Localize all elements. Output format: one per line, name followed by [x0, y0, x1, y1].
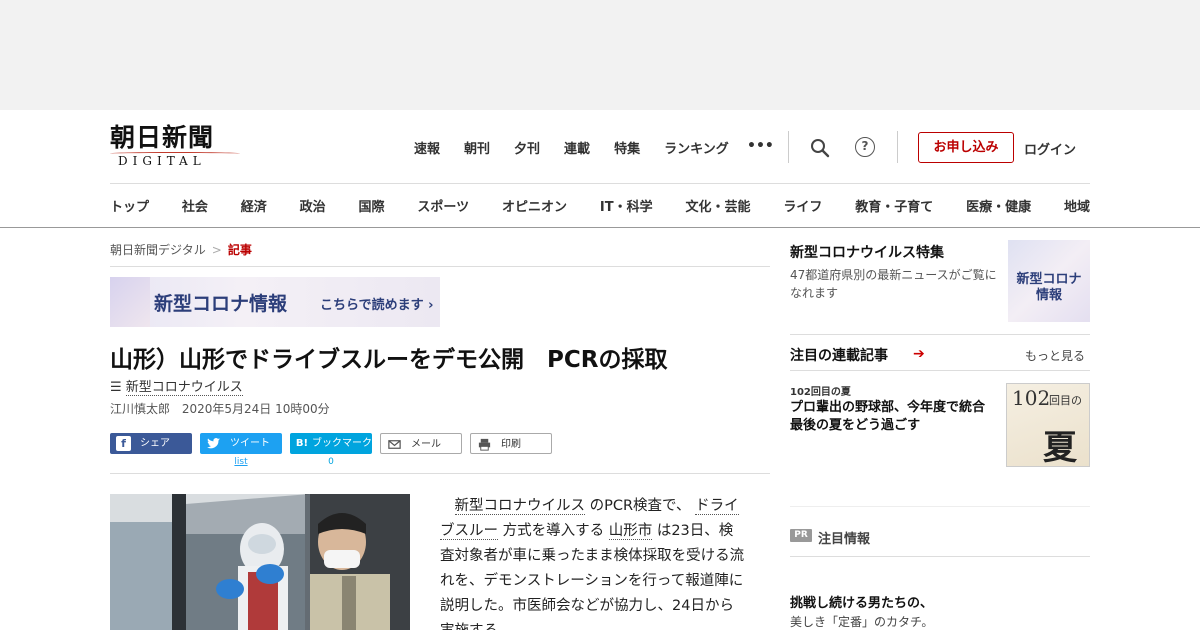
breadcrumb-separator: > [211, 243, 222, 257]
byline: 江川慎太郎 2020年5月24日 10時00分 [110, 400, 330, 417]
banner-title: 新型コロナ情報 [154, 293, 288, 315]
cat-life[interactable]: ライフ [783, 196, 822, 215]
mail-share-button[interactable]: メール [380, 433, 462, 454]
cat-culture[interactable]: 文化・芸能 [685, 196, 750, 215]
asahi-digital-logo[interactable]: 朝日新聞 DIGITAL [110, 124, 240, 170]
thumb-text-2: 情報 [1035, 288, 1062, 303]
help-icon[interactable]: ? [855, 137, 875, 157]
thumb-number: 102 [1012, 386, 1051, 410]
top-nav-sokuho[interactable]: 速報 [414, 138, 440, 157]
body-text-1: のPCR検査で、 [589, 498, 691, 514]
header-divider [110, 183, 1090, 184]
body-text-2: 方式を導入する [502, 523, 605, 539]
sidebar-feature-desc[interactable]: 47都道府県別の最新ニュースがご覧になれます [790, 266, 1002, 302]
cat-it-science[interactable]: IT・科学 [600, 196, 653, 215]
logo-kanji: 朝日新聞 [110, 123, 215, 152]
thumb-summer-char: 夏 [1043, 428, 1077, 468]
keyword-link-corona[interactable]: 新型コロナウイルス [454, 498, 585, 515]
pr-section-label: 注目情報 [818, 532, 871, 547]
subscribe-button[interactable]: お申し込み [918, 132, 1014, 163]
top-nav-tokushu[interactable]: 特集 [614, 138, 640, 157]
bookmark-count[interactable]: 0 [290, 457, 372, 467]
divider [788, 131, 789, 163]
keyword-link-yamagata[interactable]: 山形市 [608, 523, 653, 540]
divider [897, 131, 898, 163]
tweet-count-link[interactable]: list [200, 457, 282, 467]
envelope-icon [388, 440, 401, 449]
breadcrumb-current: 記事 [227, 243, 252, 257]
divider [790, 334, 1090, 335]
top-nav-ranking[interactable]: ランキング [664, 138, 729, 157]
drive-through-pcr-photo [110, 494, 410, 630]
sidebar-feature-title[interactable]: 新型コロナウイルス特集 [790, 242, 944, 262]
sidebar-series-title: 注目の連載記事 [790, 348, 888, 364]
article-photo[interactable] [110, 494, 410, 630]
cat-economy[interactable]: 経済 [241, 196, 267, 215]
banner-decoration [110, 277, 150, 327]
mail-label: メール [411, 439, 441, 450]
arrow-right-icon[interactable]: ➔ [913, 346, 925, 362]
cat-politics[interactable]: 政治 [300, 196, 326, 215]
ad-banner-area [0, 0, 1200, 110]
author: 江川慎太郎 [110, 402, 171, 416]
pr-badge: PR [790, 529, 812, 542]
article-body: 新型コロナウイルス のPCR検査で、 ドライブスルー 方式を導入する 山形市 は… [440, 494, 745, 630]
corona-info-banner[interactable]: 新型コロナ情報 こちらで読めます › [110, 277, 440, 327]
series-thumbnail[interactable]: 102 回目の 夏 [1006, 383, 1090, 468]
pr-subheadline[interactable]: 美しき「定番」のカタチ。 [790, 613, 933, 630]
divider [790, 506, 1090, 507]
list-icon: ☰ [110, 380, 122, 395]
banner-cta: こちらで読めます › [320, 298, 434, 313]
more-dots-icon[interactable]: ••• [747, 138, 774, 154]
breadcrumb-home[interactable]: 朝日新聞デジタル [110, 243, 206, 257]
cat-opinion[interactable]: オピニオン [502, 196, 567, 215]
print-button[interactable]: 印刷 [470, 433, 552, 454]
tag-label: 新型コロナウイルス [125, 380, 243, 396]
twitter-bird-icon [206, 438, 221, 449]
top-nav-rensai[interactable]: 連載 [564, 138, 590, 157]
cat-sports[interactable]: スポーツ [417, 196, 469, 215]
logo-swoosh [110, 152, 240, 155]
print-label: 印刷 [501, 439, 521, 450]
cat-international[interactable]: 国際 [359, 196, 385, 215]
sidebar-feature-thumbnail[interactable]: 新型コロナ 情報 [1008, 240, 1090, 322]
see-more-link[interactable]: もっと見る [1025, 347, 1085, 364]
divider [110, 266, 770, 267]
divider [790, 370, 1090, 371]
series-kicker: 102回目の夏 [790, 387, 851, 398]
publish-date: 2020年5月24日 10時00分 [181, 402, 330, 416]
cat-region[interactable]: 地域 [1064, 196, 1090, 215]
breadcrumb: 朝日新聞デジタル > 記事 [110, 241, 252, 258]
twitter-tweet-label: ツイート [230, 438, 270, 449]
cat-top[interactable]: トップ [110, 196, 149, 215]
hatena-bookmark-button[interactable]: B! ブックマーク [290, 433, 372, 454]
facebook-icon: f [116, 436, 131, 451]
twitter-tweet-button[interactable]: ツイート [200, 433, 282, 454]
login-link[interactable]: ログイン [1024, 139, 1076, 158]
facebook-share-button[interactable]: f シェア [110, 433, 192, 454]
hatena-bookmark-icon: B! [295, 438, 309, 449]
top-nav: 速報 朝刊 夕刊 連載 特集 ランキング [414, 138, 753, 157]
facebook-share-label: シェア [140, 438, 170, 449]
search-icon[interactable] [810, 138, 830, 158]
logo-latin: DIGITAL [118, 154, 206, 168]
divider [110, 473, 770, 474]
series-headline[interactable]: プロ輩出の野球部、今年度で統合 最後の夏をどう過ごす [790, 399, 1000, 435]
divider [790, 556, 1090, 557]
top-nav-yukan[interactable]: 夕刊 [514, 138, 540, 157]
printer-icon [478, 438, 491, 451]
category-nav: トップ 社会 経済 政治 国際 スポーツ オピニオン IT・科学 文化・芸能 ラ… [110, 196, 1090, 215]
pr-headline[interactable]: 挑戦し続ける男たちの、 [790, 592, 933, 611]
thumb-kana: 回目の [1049, 394, 1082, 407]
article-tag[interactable]: ☰ 新型コロナウイルス [110, 376, 243, 396]
body-indent [440, 498, 455, 514]
site-header: 朝日新聞 DIGITAL 速報 朝刊 夕刊 連載 特集 ランキング ••• ? … [0, 110, 1200, 228]
hatena-bookmark-label: ブックマーク [312, 438, 372, 449]
cat-health[interactable]: 医療・健康 [966, 196, 1031, 215]
cat-society[interactable]: 社会 [182, 196, 208, 215]
top-nav-choukan[interactable]: 朝刊 [464, 138, 490, 157]
cat-education[interactable]: 教育・子育て [855, 196, 933, 215]
article-title: 山形）山形でドライブスルーをデモ公開 PCRの採取 [110, 347, 668, 373]
